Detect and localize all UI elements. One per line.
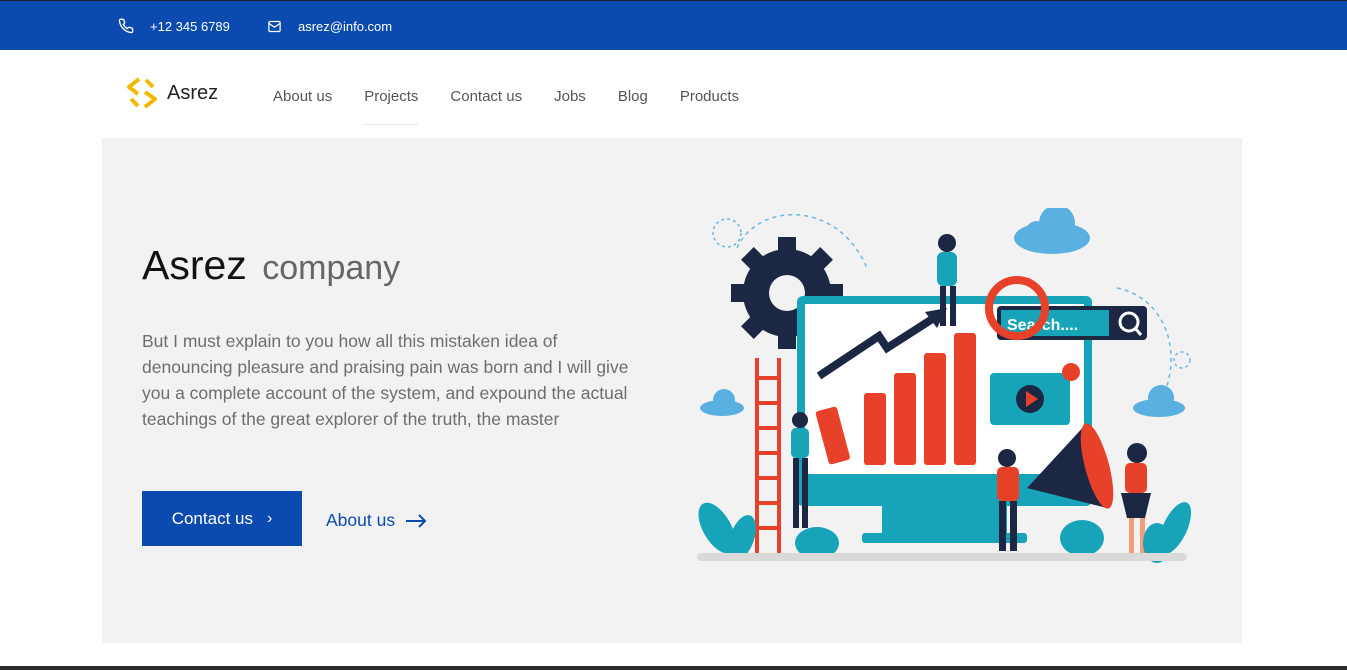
hero-description: But I must explain to you how all this m… (142, 331, 629, 429)
phone-icon (118, 18, 134, 34)
hero-title-light: company (262, 249, 401, 287)
hero-title-main: Asrez (142, 242, 247, 288)
email-address: asrez@info.com (298, 18, 393, 34)
marketing-illustration: Search.... (697, 208, 1192, 563)
email-contact[interactable]: asrez@info.com (267, 1, 392, 51)
nav-jobs[interactable]: Jobs (554, 50, 586, 138)
nav-about-us[interactable]: About us (273, 50, 332, 138)
phone-number: +12 345 6789 (150, 18, 230, 34)
hero-title: Asrez company (142, 242, 400, 289)
bottom-border (0, 666, 1347, 670)
contact-us-button[interactable]: Contact us › (142, 491, 302, 546)
nav-contact-us[interactable]: Contact us (450, 50, 522, 138)
hero-section: Asrez company But I must explain to you … (102, 138, 1242, 643)
contact-us-button-label: Contact us (171, 508, 253, 528)
nav-products[interactable]: Products (680, 50, 739, 138)
main-nav: About us Projects Contact us Jobs Blog P… (273, 50, 771, 138)
phone-contact[interactable]: +12 345 6789 (118, 1, 230, 51)
mail-icon (268, 20, 281, 32)
chevron-right-icon: › (266, 509, 273, 527)
logo-mark-icon (127, 77, 157, 109)
arrow-right-icon (406, 513, 427, 528)
main-header: Asrez About us Projects Contact us Jobs … (0, 50, 1347, 138)
logo-text: Asrez (167, 81, 219, 104)
cloud-icon (1014, 208, 1090, 254)
about-us-link[interactable]: About us (326, 510, 427, 531)
nav-projects[interactable]: Projects (364, 50, 419, 138)
top-contact-bar: +12 345 6789 asrez@info.com (0, 0, 1347, 50)
nav-blog[interactable]: Blog (618, 50, 648, 138)
logo[interactable]: Asrez (125, 76, 218, 110)
about-us-link-label: About us (326, 510, 396, 530)
